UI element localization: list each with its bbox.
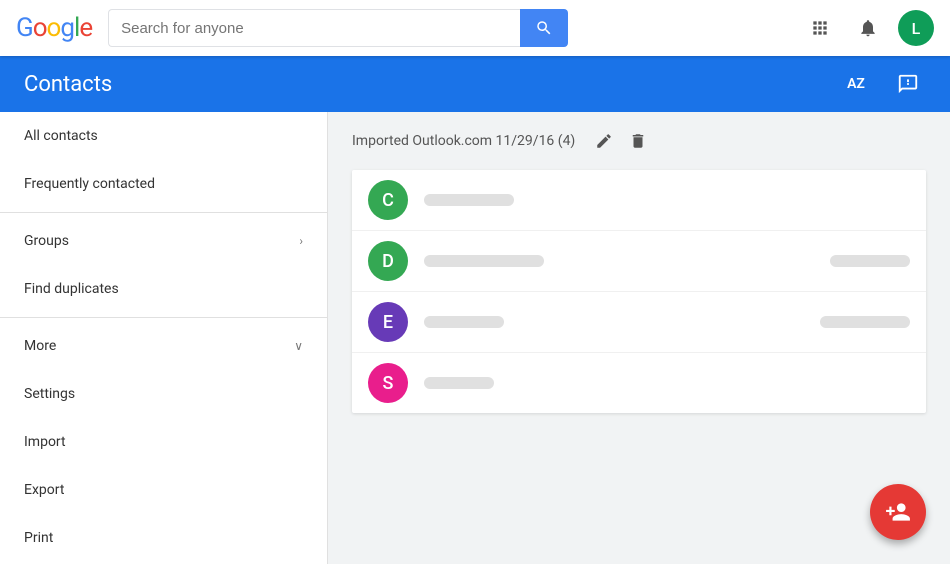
delete-button[interactable] <box>625 128 651 154</box>
sidebar-item-label: Print <box>24 530 53 546</box>
contact-info <box>424 377 910 389</box>
contact-detail <box>830 255 910 267</box>
contact-name <box>424 194 514 206</box>
edit-icon <box>595 132 613 150</box>
top-bar-icons: L <box>802 10 934 46</box>
apps-icon <box>810 18 830 38</box>
table-row[interactable]: S <box>352 353 926 413</box>
sidebar-item-more[interactable]: More ∨ <box>0 322 327 370</box>
avatar: D <box>368 241 408 281</box>
contacts-header: Contacts AZ <box>0 56 950 112</box>
content-area: Imported Outlook.com 11/29/16 (4) C <box>328 112 950 564</box>
top-bar: Google L <box>0 0 950 56</box>
search-container <box>108 9 568 47</box>
contact-name <box>424 316 504 328</box>
sidebar-item-label: Settings <box>24 386 75 402</box>
search-icon <box>535 19 553 37</box>
imported-title: Imported Outlook.com 11/29/16 (4) <box>352 133 575 149</box>
sidebar-item-all-contacts[interactable]: All contacts <box>0 112 327 160</box>
sidebar-item-settings[interactable]: Settings <box>0 370 327 418</box>
sidebar-divider <box>0 212 327 213</box>
chevron-right-icon: › <box>299 234 303 248</box>
contact-info <box>424 316 820 328</box>
avatar: E <box>368 302 408 342</box>
contact-info <box>424 194 910 206</box>
notification-icon-button[interactable] <box>850 10 886 46</box>
contact-detail <box>820 316 910 328</box>
contacts-title: Contacts <box>24 72 112 97</box>
table-row[interactable]: C <box>352 170 926 231</box>
search-button[interactable] <box>520 9 568 47</box>
sidebar-item-label: Find duplicates <box>24 281 119 297</box>
user-avatar[interactable]: L <box>898 10 934 46</box>
apps-icon-button[interactable] <box>802 10 838 46</box>
sidebar-item-label: Export <box>24 482 64 498</box>
chevron-down-icon: ∨ <box>294 339 303 353</box>
contact-info <box>424 255 830 267</box>
sidebar-item-label: More <box>24 338 56 354</box>
feedback-icon <box>897 73 919 95</box>
feedback-button[interactable] <box>890 66 926 102</box>
sidebar-item-groups[interactable]: Groups › <box>0 217 327 265</box>
main-layout: All contacts Frequently contacted Groups… <box>0 112 950 564</box>
imported-header: Imported Outlook.com 11/29/16 (4) <box>352 128 926 154</box>
table-row[interactable]: E <box>352 292 926 353</box>
contact-name <box>424 377 494 389</box>
sidebar-item-label: Import <box>24 434 66 450</box>
notification-icon <box>858 18 878 38</box>
sort-button[interactable]: AZ <box>838 66 874 102</box>
sidebar-item-label: Frequently contacted <box>24 176 155 192</box>
edit-button[interactable] <box>591 128 617 154</box>
add-contact-fab[interactable] <box>870 484 926 540</box>
sidebar-item-export[interactable]: Export <box>0 466 327 514</box>
delete-icon <box>629 132 647 150</box>
sidebar: All contacts Frequently contacted Groups… <box>0 112 328 564</box>
add-person-icon <box>885 499 911 525</box>
table-row[interactable]: D <box>352 231 926 292</box>
search-input[interactable] <box>108 9 520 47</box>
header-actions: AZ <box>838 66 926 102</box>
contact-name <box>424 255 544 267</box>
sidebar-item-label: Groups <box>24 233 69 249</box>
sidebar-item-print[interactable]: Print <box>0 514 327 562</box>
sidebar-item-find-duplicates[interactable]: Find duplicates <box>0 265 327 313</box>
avatar: C <box>368 180 408 220</box>
contacts-list: C D E S <box>352 170 926 413</box>
sidebar-divider-2 <box>0 317 327 318</box>
sidebar-item-frequently-contacted[interactable]: Frequently contacted <box>0 160 327 208</box>
avatar: S <box>368 363 408 403</box>
google-logo: Google <box>16 13 92 43</box>
sidebar-item-label: All contacts <box>24 128 98 144</box>
sidebar-item-import[interactable]: Import <box>0 418 327 466</box>
